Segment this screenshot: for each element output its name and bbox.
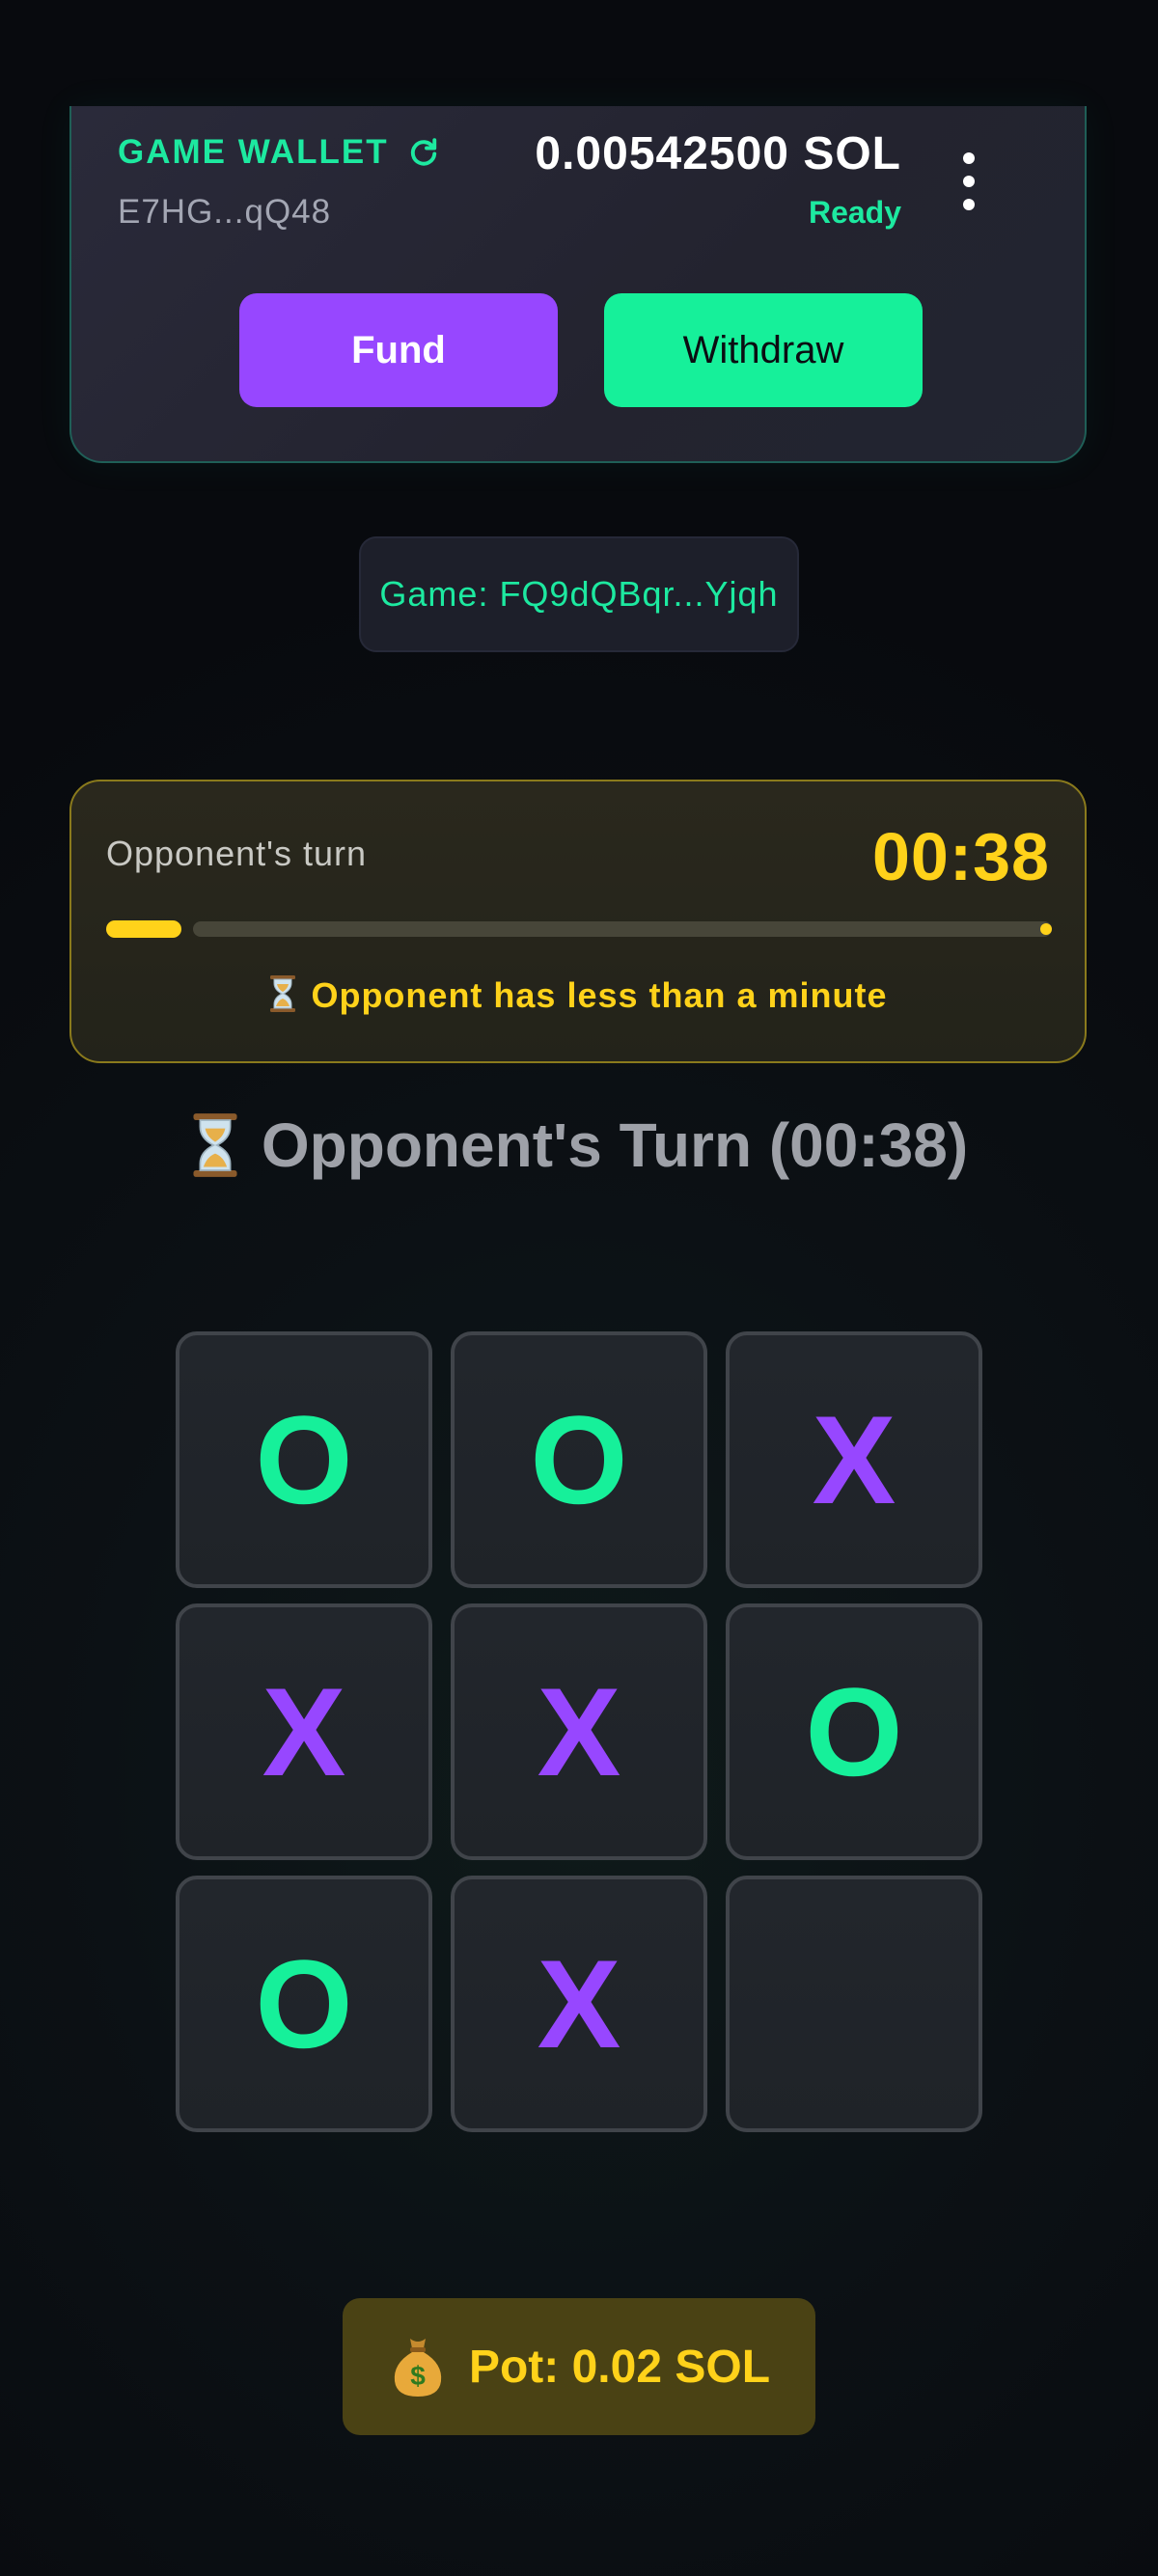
timer-progress-fill [106,920,181,938]
wallet-status: Ready [808,195,901,230]
board-cell-9[interactable] [726,1876,982,2132]
withdraw-button[interactable]: Withdraw [604,293,923,407]
pot-badge: $ Pot: 0.02 SOL [343,2298,815,2435]
board-cell-3[interactable]: X [726,1331,982,1588]
timer-value: 00:38 [871,819,1050,894]
hourglass-icon [270,975,296,1012]
game-id-chip[interactable]: Game: FQ9dQBqr...Yjqh [359,536,799,652]
timer-progress-end-dot [1040,923,1052,935]
refresh-icon[interactable] [406,135,441,170]
wallet-title-row: GAME WALLET [118,133,441,172]
board-cell-2[interactable]: O [451,1331,707,1588]
timer-progress-bar [106,920,1052,938]
money-bag-icon: $ [394,2339,442,2397]
svg-text:$: $ [410,2361,426,2391]
board-cell-7[interactable]: O [176,1876,432,2132]
timer-warning-text: Opponent has less than a minute [311,975,888,1015]
menu-dot [963,176,975,187]
board-cell-5[interactable]: X [451,1603,707,1860]
turn-status-text: Opponent's Turn (00:38) [261,1110,969,1180]
board-cell-1[interactable]: O [176,1331,432,1588]
fund-button[interactable]: Fund [239,293,558,407]
game-wallet-card: GAME WALLET E7HG...qQ48 0.00542500 SOL R… [69,106,1087,463]
more-vertical-icon[interactable] [950,152,988,210]
turn-timer-card: Opponent's turn 00:38 Opponent has less … [69,780,1087,1063]
board-cell-6[interactable]: O [726,1603,982,1860]
game-board: O O X X X O O X [176,1331,982,2138]
board-cell-4[interactable]: X [176,1603,432,1860]
timer-warning: Opponent has less than a minute [71,974,1085,1016]
wallet-title: GAME WALLET [118,133,389,171]
menu-dot [963,152,975,164]
hourglass-icon [193,1113,237,1177]
pot-text: Pot: 0.02 SOL [468,2341,771,2393]
menu-dot [963,199,975,210]
wallet-address: E7HG...qQ48 [118,193,332,231]
turn-status-heading: Opponent's Turn (00:38) [0,1110,1158,1181]
timer-label: Opponent's turn [106,834,368,873]
wallet-balance: 0.00542500 SOL [535,128,901,179]
board-cell-8[interactable]: X [451,1876,707,2132]
timer-progress-track [193,921,1052,937]
